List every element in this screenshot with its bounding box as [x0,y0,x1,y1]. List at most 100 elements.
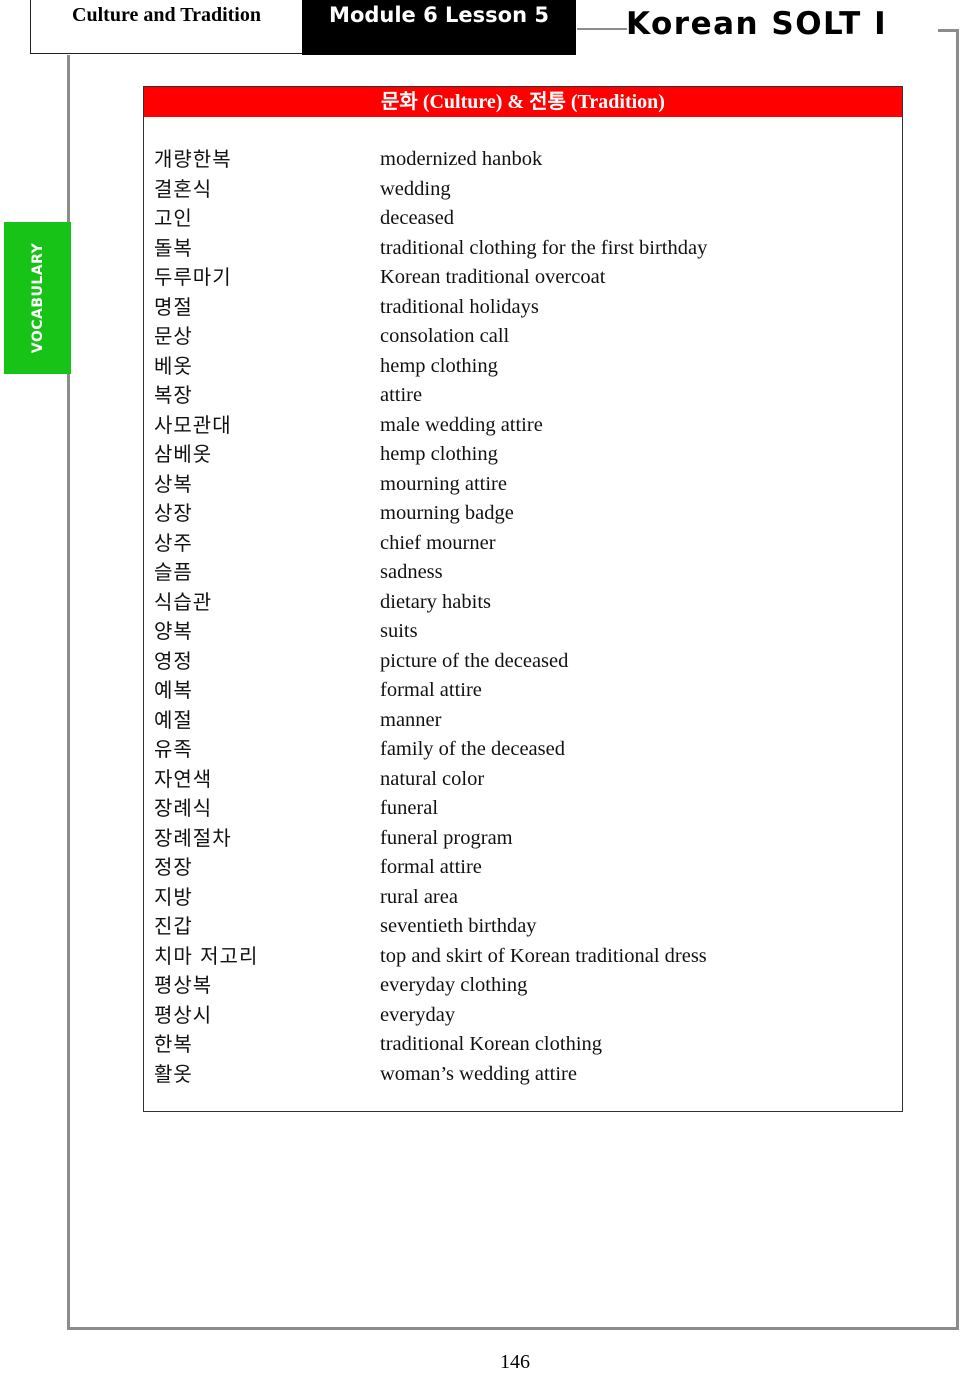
vocabulary-entry: 고인 deceased [144,204,902,234]
vocabulary-entry: 문상 consolation call [144,322,902,352]
module-header-box: Module 6 Lesson 5 [302,0,576,55]
korean-term: 베옷 [154,353,193,378]
vocabulary-entry: 식습관 dietary habits [144,588,902,618]
vocabulary-entry: 개량한복 modernized hanbok [144,145,902,175]
vocabulary-entry: 명절 traditional holidays [144,293,902,323]
page-frame-top-corner [938,29,958,32]
vocabulary-entry: 복장 attire [144,381,902,411]
english-meaning: hemp clothing [380,443,498,465]
english-meaning: funeral [380,797,439,819]
english-meaning: suits [380,620,418,642]
korean-term: 지방 [154,884,193,909]
english-meaning: rural area [380,885,458,908]
english-meaning: deceased [380,207,454,229]
korean-term: 평상시 [154,1002,213,1027]
korean-term: 개량한복 [154,147,232,171]
english-meaning: chief mourner [380,531,496,554]
vocabulary-entry: 장례식 funeral [144,794,902,824]
vocabulary-entry: 양복 suits [144,617,902,647]
english-meaning: mourning attire [380,472,507,495]
english-meaning: consolation call [380,325,510,347]
korean-term: 상복 [154,471,193,496]
vocabulary-entry: 상복 mourning attire [144,470,902,500]
vocabulary-side-tab: VOCABULARY [4,222,71,374]
english-meaning: formal attire [380,679,482,701]
vocabulary-entry: 베옷 hemp clothing [144,352,902,382]
korean-term: 문상 [154,324,193,348]
vocabulary-list: 개량한복 modernized hanbok 결혼식 wedding 고인 decease… [144,145,902,1089]
english-meaning: manner [380,708,442,731]
english-meaning: everyday clothing [380,974,528,996]
english-meaning: mourning badge [380,502,514,524]
english-meaning: formal attire [380,856,482,878]
page-frame-top-segment [577,28,627,30]
page-number: 146 [500,1351,530,1373]
korean-term: 영정 [154,648,193,673]
vocabulary-entry: 예절 manner [144,706,902,736]
english-meaning: male wedding attire [380,413,543,436]
vocabulary-entry: 장례절차 funeral program [144,824,902,854]
korean-term: 사모관대 [154,412,232,437]
english-meaning: wedding [380,177,451,200]
vocabulary-entry: 사모관대 male wedding attire [144,411,902,441]
vocabulary-entry: 정장 formal attire [144,853,902,883]
vocabulary-entry: 지방 rural area [144,883,902,913]
korean-term: 유족 [154,737,193,761]
korean-term: 양복 [154,619,193,643]
vocabulary-entry: 자연색 natural color [144,765,902,795]
english-meaning: traditional holidays [380,295,539,318]
korean-term: 예복 [154,678,193,702]
english-meaning: hemp clothing [380,354,498,377]
korean-term: 상주 [154,530,193,555]
english-meaning: woman’s wedding attire [380,1062,577,1085]
vocabulary-box-title: 문화 (Culture) & 전통 (Tradition) [144,87,902,117]
english-meaning: family of the deceased [380,738,565,760]
vocabulary-tab-label: VOCABULARY [29,242,46,354]
korean-term: 한복 [154,1032,193,1056]
english-meaning: seventieth birthday [380,915,537,937]
korean-term: 평상복 [154,973,213,997]
korean-term: 슬픔 [154,560,193,584]
vocabulary-entry: 돌복 traditional clothing for the first bir… [144,234,902,264]
korean-term: 예절 [154,707,193,732]
vocabulary-entry: 활옷 woman’s wedding attire [144,1060,902,1090]
vocabulary-entry: 예복 formal attire [144,676,902,706]
vocabulary-box: 문화 (Culture) & 전통 (Tradition) 개량한복 modern… [143,86,903,1112]
korean-term: 치마 저고리 [154,943,259,968]
korean-term: 활옷 [154,1061,193,1086]
korean-term: 명절 [154,294,193,319]
vocabulary-entry: 상주 chief mourner [144,529,902,559]
korean-term: 상장 [154,501,193,525]
vocabulary-entry: 한복 traditional Korean clothing [144,1030,902,1060]
vocabulary-entry: 결혼식 wedding [144,175,902,205]
korean-term: 결혼식 [154,176,213,201]
korean-term: 두루마기 [154,265,232,289]
page-frame-right [956,29,959,1330]
english-meaning: sadness [380,561,443,583]
english-meaning: everyday [380,1003,456,1026]
english-meaning: picture of the deceased [380,649,569,672]
korean-term: 돌복 [154,235,193,260]
korean-term: 정장 [154,855,193,879]
korean-term: 복장 [154,383,193,407]
course-title: Korean SOLT I [626,6,888,42]
english-meaning: attire [380,384,423,406]
english-meaning: dietary habits [380,590,492,613]
section-title: Culture and Tradition [72,4,261,26]
vocabulary-entry: 치마 저고리 top and skirt of Korean traditiona… [144,942,902,972]
korean-term: 고인 [154,206,193,230]
english-meaning: top and skirt of Korean traditional dres… [380,944,707,967]
korean-term: 장례식 [154,796,213,820]
vocabulary-entry: 슬픔 sadness [144,558,902,588]
korean-term: 삼베옷 [154,442,213,466]
vocabulary-entry: 상장 mourning badge [144,499,902,529]
english-meaning: traditional Korean clothing [380,1033,603,1055]
english-meaning: modernized hanbok [380,148,543,170]
korean-term: 진갑 [154,914,193,938]
korean-term: 식습관 [154,589,213,614]
vocabulary-entry: 삼베옷 hemp clothing [144,440,902,470]
korean-term: 장례절차 [154,825,232,850]
korean-term: 자연색 [154,766,213,791]
vocabulary-entry: 평상복 everyday clothing [144,971,902,1001]
english-meaning: traditional clothing for the first birth… [380,236,708,259]
